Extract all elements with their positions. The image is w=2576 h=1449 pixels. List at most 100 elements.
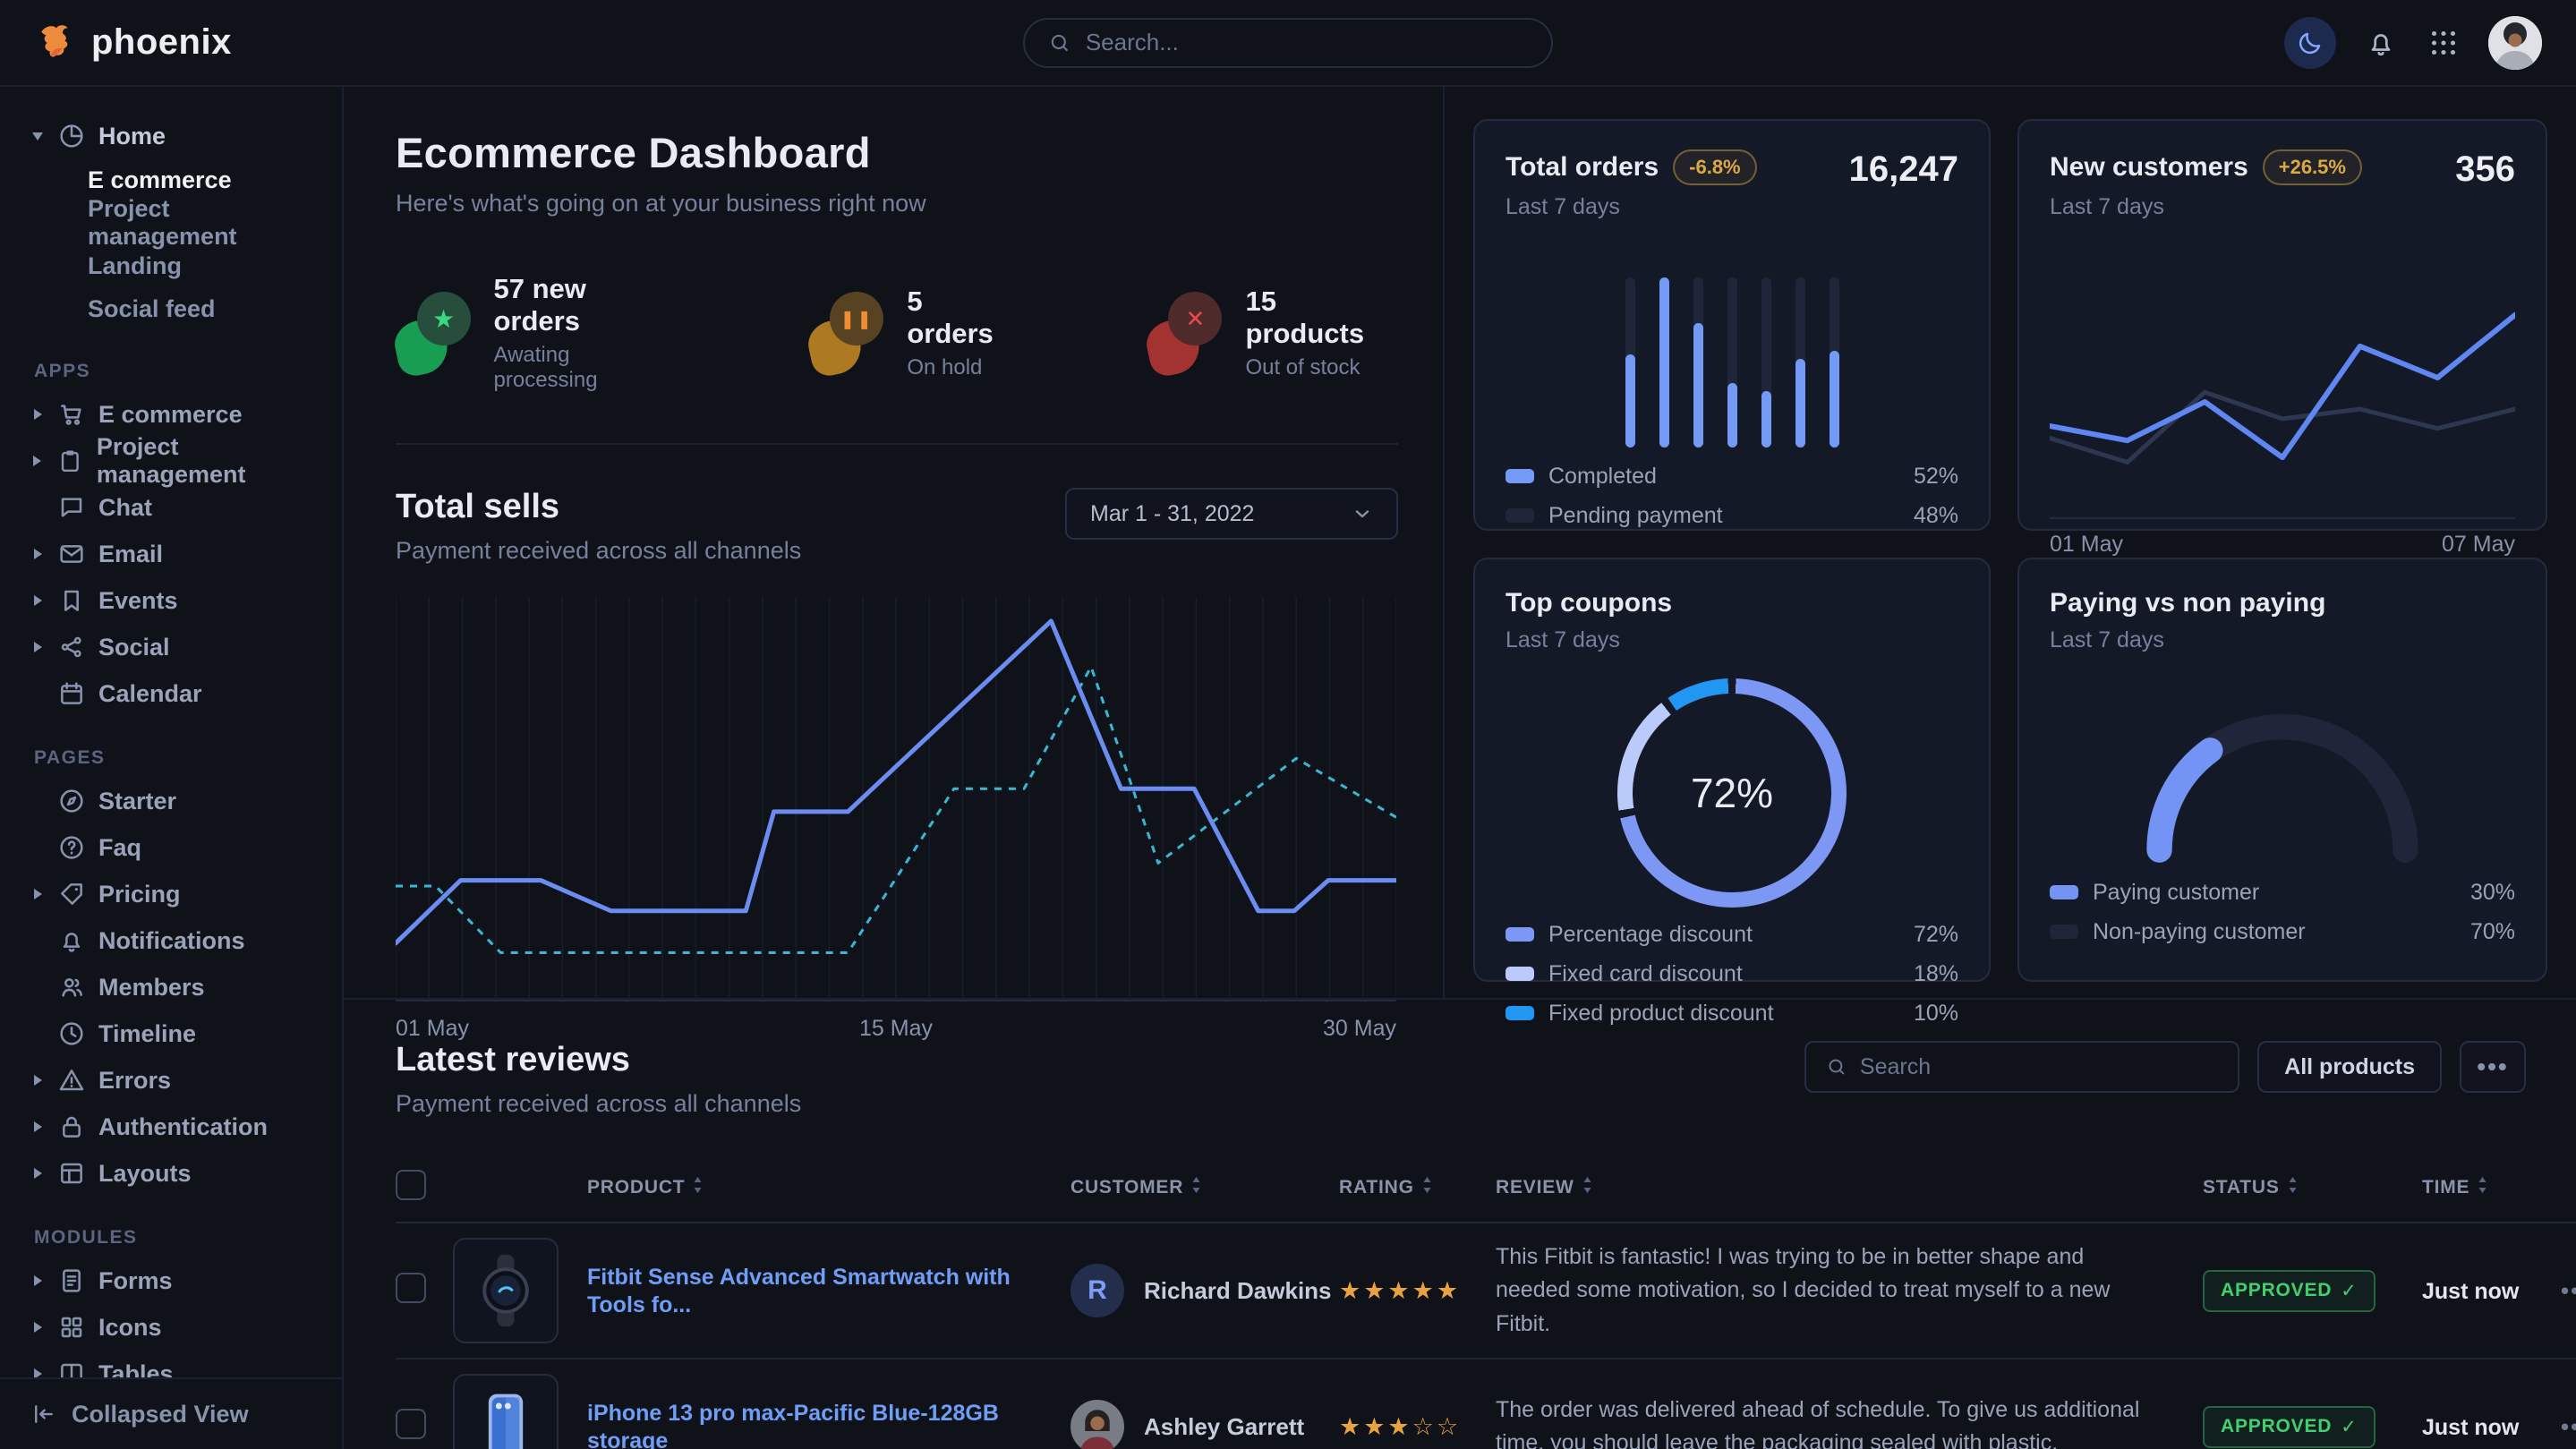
file-icon [57,1266,86,1295]
question-circle-icon [57,833,86,862]
sidebar-item-forms[interactable]: Forms [30,1257,324,1304]
customer-cell[interactable]: R Richard Dawkins [1070,1264,1339,1317]
column-header-status[interactable]: STATUS [2203,1176,2299,1199]
reviews-more-button[interactable]: ••• [2460,1041,2526,1093]
x-tick-label: 01 May [396,1016,469,1041]
row-more-button[interactable]: ••• [2561,1413,2576,1440]
sidebar-item-members[interactable]: Members [30,964,324,1010]
global-search[interactable] [1023,18,1553,68]
customer-cell[interactable]: Ashley Garrett [1070,1400,1339,1449]
all-products-button[interactable]: All products [2257,1041,2442,1093]
reviews-search-input[interactable] [1860,1054,2218,1080]
stat-sub: On hold [907,355,1013,380]
legend-row: Percentage discount 72% [1506,915,1958,954]
stat-sub: Awating processing [494,343,675,393]
sidebar-item-events[interactable]: Events [30,577,324,624]
sidebar-item-chat[interactable]: Chat [30,484,324,531]
theme-toggle-button[interactable] [2284,17,2336,69]
user-avatar[interactable] [2488,16,2542,70]
caret-right-icon [30,1322,45,1333]
sidebar-item-label: Faq [98,834,141,862]
paying-gauge-chart [2050,703,2515,865]
legend-label: Non-paying customer [2093,919,2306,945]
global-search-input[interactable] [1086,29,1528,56]
card-subtitle: Last 7 days [1506,194,1757,220]
product-link[interactable]: Fitbit Sense Advanced Smartwatch with To… [587,1265,1011,1317]
sidebar-item-label: Errors [98,1067,171,1095]
row-checkbox[interactable] [396,1409,426,1439]
product-link[interactable]: iPhone 13 pro max-Pacific Blue-128GB sto… [587,1401,999,1449]
sidebar-item-label: Social [98,634,170,661]
row-more-button[interactable]: ••• [2561,1277,2576,1304]
sidebar-item-project-management-dashboard[interactable]: Project management [30,201,324,244]
legend-label: Fixed card discount [1548,961,1743,987]
sidebar-item-project-management[interactable]: Project management [30,438,324,484]
paying-vs-nonpaying-card: Paying vs non paying Last 7 days [2017,558,2547,982]
sidebar-item-calendar[interactable]: Calendar [30,670,324,717]
sidebar-item-e-commerce[interactable]: E commerce [30,391,324,438]
bell-icon [2365,27,2397,59]
sidebar-item-timeline[interactable]: Timeline [30,1010,324,1057]
sidebar-item-starter[interactable]: Starter [30,778,324,824]
legend-value: 10% [1914,1001,1958,1027]
top-navbar: phoenix [0,0,2576,87]
sidebar-item-tables[interactable]: Tables [30,1351,324,1377]
notifications-button[interactable] [2363,25,2399,61]
rating-stars: ★★★☆☆ [1339,1413,1461,1440]
people-icon [57,973,86,1002]
sort-icon [1582,1176,1593,1199]
sidebar-item-email[interactable]: Email [30,531,324,577]
sidebar-item-authentication[interactable]: Authentication [30,1104,324,1150]
date-range-select[interactable]: Mar 1 - 31, 2022 [1065,488,1398,540]
column-header-review[interactable]: REVIEW [1496,1176,1593,1199]
legend-swatch [2050,925,2078,939]
coupons-donut-chart: 72% [1617,678,1847,908]
donut-center-value: 72% [1617,678,1847,908]
column-header-time[interactable]: TIME [2422,1176,2488,1199]
page-title: Ecommerce Dashboard [396,128,1398,177]
caret-down-icon [30,132,45,141]
sidebar-item-label: Tables [98,1360,174,1378]
check-icon: ✓ [2341,1280,2357,1302]
legend-value: 18% [1914,961,1958,987]
row-checkbox[interactable] [396,1273,426,1303]
column-header-product[interactable]: PRODUCT [587,1176,704,1199]
x-axis-line [2050,517,2515,519]
chat-icon [57,493,86,522]
table-row: Fitbit Sense Advanced Smartwatch with To… [396,1223,2576,1359]
reviews-search[interactable] [1804,1041,2239,1093]
pause-icon: ❚❚ [830,292,883,345]
order-bar [1830,277,1839,447]
compass-icon [57,787,86,815]
column-header-customer[interactable]: CUSTOMER [1070,1176,1202,1199]
caret-right-icon [30,549,45,559]
apps-menu-button[interactable] [2426,25,2461,61]
sidebar-item-icons[interactable]: Icons [30,1304,324,1351]
sidebar-item-pricing[interactable]: Pricing [30,871,324,917]
legend-swatch [1506,1006,1534,1020]
brand-logo[interactable]: phoenix [34,21,232,65]
sidebar-group-home[interactable]: Home [30,114,324,158]
sidebar-item-faq[interactable]: Faq [30,824,324,871]
select-all-checkbox[interactable] [396,1170,426,1200]
reviews-table: PRODUCT CUSTOMER RATING REVIEW [396,1154,2576,1449]
card-title: Top coupons [1506,588,1672,618]
product-thumbnail-smartwatch[interactable] [453,1238,559,1343]
tag-icon [57,880,86,908]
sidebar-item-layouts[interactable]: Layouts [30,1150,324,1197]
layout-icon [57,1159,86,1188]
sidebar-item-social-feed[interactable]: Social feed [30,287,324,330]
change-badge: +26.5% [2263,149,2362,185]
product-thumbnail-iphone[interactable] [453,1374,559,1449]
sidebar-section-apps: APPS [34,361,324,382]
sort-icon [2477,1176,2488,1199]
legend-swatch-pending [1506,508,1534,523]
sidebar-item-social[interactable]: Social [30,624,324,670]
collapsed-view-button[interactable]: Collapsed View [0,1377,342,1449]
sidebar-item-notifications[interactable]: Notifications [30,917,324,964]
chevron-down-icon [1352,503,1373,524]
column-header-rating[interactable]: RATING [1339,1176,1433,1199]
sidebar-item-errors[interactable]: Errors [30,1057,324,1104]
warning-triangle-icon [57,1066,86,1095]
sidebar-item-landing[interactable]: Landing [30,244,324,287]
